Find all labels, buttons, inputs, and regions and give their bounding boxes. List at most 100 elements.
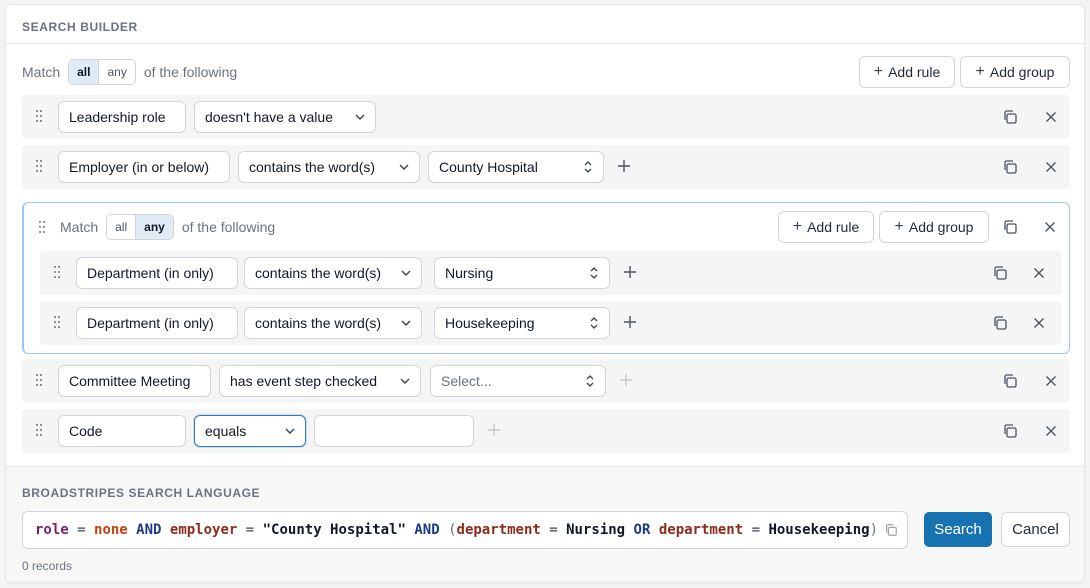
drag-handle-icon[interactable] <box>36 424 44 436</box>
plus-icon[interactable] <box>623 265 637 279</box>
operator-label: equals <box>205 423 247 439</box>
value-label: Nursing <box>445 265 494 281</box>
plus-icon: + <box>792 218 803 235</box>
close-icon[interactable] <box>1042 219 1058 235</box>
match-all-option[interactable]: all <box>69 60 99 84</box>
match-toggle: all any <box>106 214 174 240</box>
query-token: AND <box>405 522 449 538</box>
rule-field[interactable]: Committee Meeting <box>58 365 211 397</box>
match-any-option[interactable]: any <box>98 60 135 84</box>
match-all-option[interactable]: all <box>107 215 136 239</box>
query-token: = <box>237 522 263 538</box>
plus-icon: + <box>975 63 985 80</box>
rule-value-select[interactable]: Nursing <box>434 257 610 289</box>
close-icon[interactable] <box>1043 159 1059 175</box>
match-label: Match <box>60 219 99 235</box>
rule-row: Department (in only) contains the word(s… <box>40 251 1062 295</box>
query-token: = <box>540 522 567 538</box>
copy-icon[interactable] <box>1002 159 1018 175</box>
query-token: AND <box>127 522 170 538</box>
close-icon[interactable] <box>1043 109 1059 125</box>
chevron-down-icon <box>401 270 411 276</box>
close-icon[interactable] <box>1031 265 1047 281</box>
query-token: role <box>35 522 69 538</box>
section-title: SEARCH BUILDER <box>22 20 138 34</box>
copy-icon[interactable] <box>1002 219 1018 235</box>
operator-label: contains the word(s) <box>255 315 382 331</box>
add-rule-label: Add rule <box>888 64 941 80</box>
match-suffix: of the following <box>181 219 276 235</box>
drag-handle-icon[interactable] <box>54 266 62 278</box>
plus-icon <box>488 424 500 436</box>
chevron-down-icon <box>401 320 411 326</box>
operator-label: doesn't have a value <box>205 109 333 125</box>
query-token: = <box>743 522 769 538</box>
rule-row: Committee Meeting has event step checked… <box>22 359 1070 403</box>
value-label: County Hospital <box>439 159 538 175</box>
rule-row: Department (in only) contains the word(s… <box>40 301 1062 345</box>
group-match-row: Match all any of the following <box>60 213 275 241</box>
rule-row: Employer (in or below) contains the word… <box>22 145 1070 189</box>
rule-row: Code equals <box>22 409 1070 453</box>
match-any-option[interactable]: any <box>135 215 173 239</box>
add-group-label: Add group <box>989 64 1055 80</box>
rule-operator-select[interactable]: equals <box>194 415 306 447</box>
group-add-group-button[interactable]: + Add group <box>879 211 989 243</box>
plus-icon[interactable] <box>617 159 631 173</box>
operator-label: contains the word(s) <box>249 159 376 175</box>
chevron-down-icon <box>399 164 409 170</box>
operator-label: contains the word(s) <box>255 265 382 281</box>
rule-field[interactable]: Code <box>58 415 186 447</box>
match-label: Match <box>22 64 61 80</box>
value-placeholder: Select... <box>441 373 492 389</box>
rule-value-select[interactable]: Housekeeping <box>434 307 610 339</box>
query-token: ( <box>448 522 457 538</box>
copy-icon[interactable] <box>1002 373 1018 389</box>
record-count: 0 records <box>22 559 73 573</box>
add-group-button[interactable]: + Add group <box>960 56 1070 88</box>
search-button[interactable]: Search <box>924 512 992 547</box>
rule-operator-select[interactable]: contains the word(s) <box>244 307 422 339</box>
rule-group: Match all any of the following + Add rule… <box>22 202 1070 354</box>
rule-field[interactable]: Department (in only) <box>76 257 238 289</box>
rule-field[interactable]: Department (in only) <box>76 307 238 339</box>
query-text: role = none AND employer = "County Hospi… <box>35 522 878 538</box>
chevron-down-icon <box>285 428 295 434</box>
drag-handle-icon[interactable] <box>36 110 44 122</box>
rule-operator-select[interactable]: has event step checked <box>219 365 421 397</box>
rule-operator-select[interactable]: contains the word(s) <box>238 151 420 183</box>
copy-icon[interactable] <box>1002 423 1018 439</box>
drag-handle-icon[interactable] <box>54 316 62 328</box>
query-token: none <box>94 522 128 538</box>
add-rule-label: Add rule <box>807 219 860 235</box>
search-language-input[interactable]: role = none AND employer = "County Hospi… <box>22 511 908 549</box>
copy-icon[interactable] <box>992 315 1008 331</box>
match-toggle: all any <box>68 59 136 85</box>
copy-icon[interactable] <box>884 523 898 537</box>
rule-field[interactable]: Employer (in or below) <box>58 151 230 183</box>
plus-icon[interactable] <box>623 315 637 329</box>
close-icon[interactable] <box>1031 315 1047 331</box>
copy-icon[interactable] <box>1002 109 1018 125</box>
drag-handle-icon[interactable] <box>36 160 44 172</box>
cancel-button[interactable]: Cancel <box>1001 512 1070 547</box>
rule-value-input[interactable] <box>314 415 474 447</box>
group-add-rule-button[interactable]: + Add rule <box>778 211 874 243</box>
close-icon[interactable] <box>1043 373 1059 389</box>
operator-label: has event step checked <box>230 373 378 389</box>
rule-operator-select[interactable]: doesn't have a value <box>194 101 376 133</box>
drag-handle-icon[interactable] <box>39 221 47 233</box>
rule-operator-select[interactable]: contains the word(s) <box>244 257 422 289</box>
add-group-label: Add group <box>908 219 974 235</box>
drag-handle-icon[interactable] <box>36 374 44 386</box>
chevron-down-icon <box>400 378 410 384</box>
rule-value-select[interactable]: Select... <box>430 365 606 397</box>
add-rule-button[interactable]: + Add rule <box>859 56 955 88</box>
copy-icon[interactable] <box>992 265 1008 281</box>
query-token: ) <box>869 522 879 538</box>
rule-field[interactable]: Leadership role <box>58 101 186 133</box>
query-token: Housekeeping <box>768 522 870 538</box>
rule-value-select[interactable]: County Hospital <box>428 151 604 183</box>
rule-row: Leadership role doesn't have a value <box>22 95 1070 139</box>
close-icon[interactable] <box>1043 423 1059 439</box>
